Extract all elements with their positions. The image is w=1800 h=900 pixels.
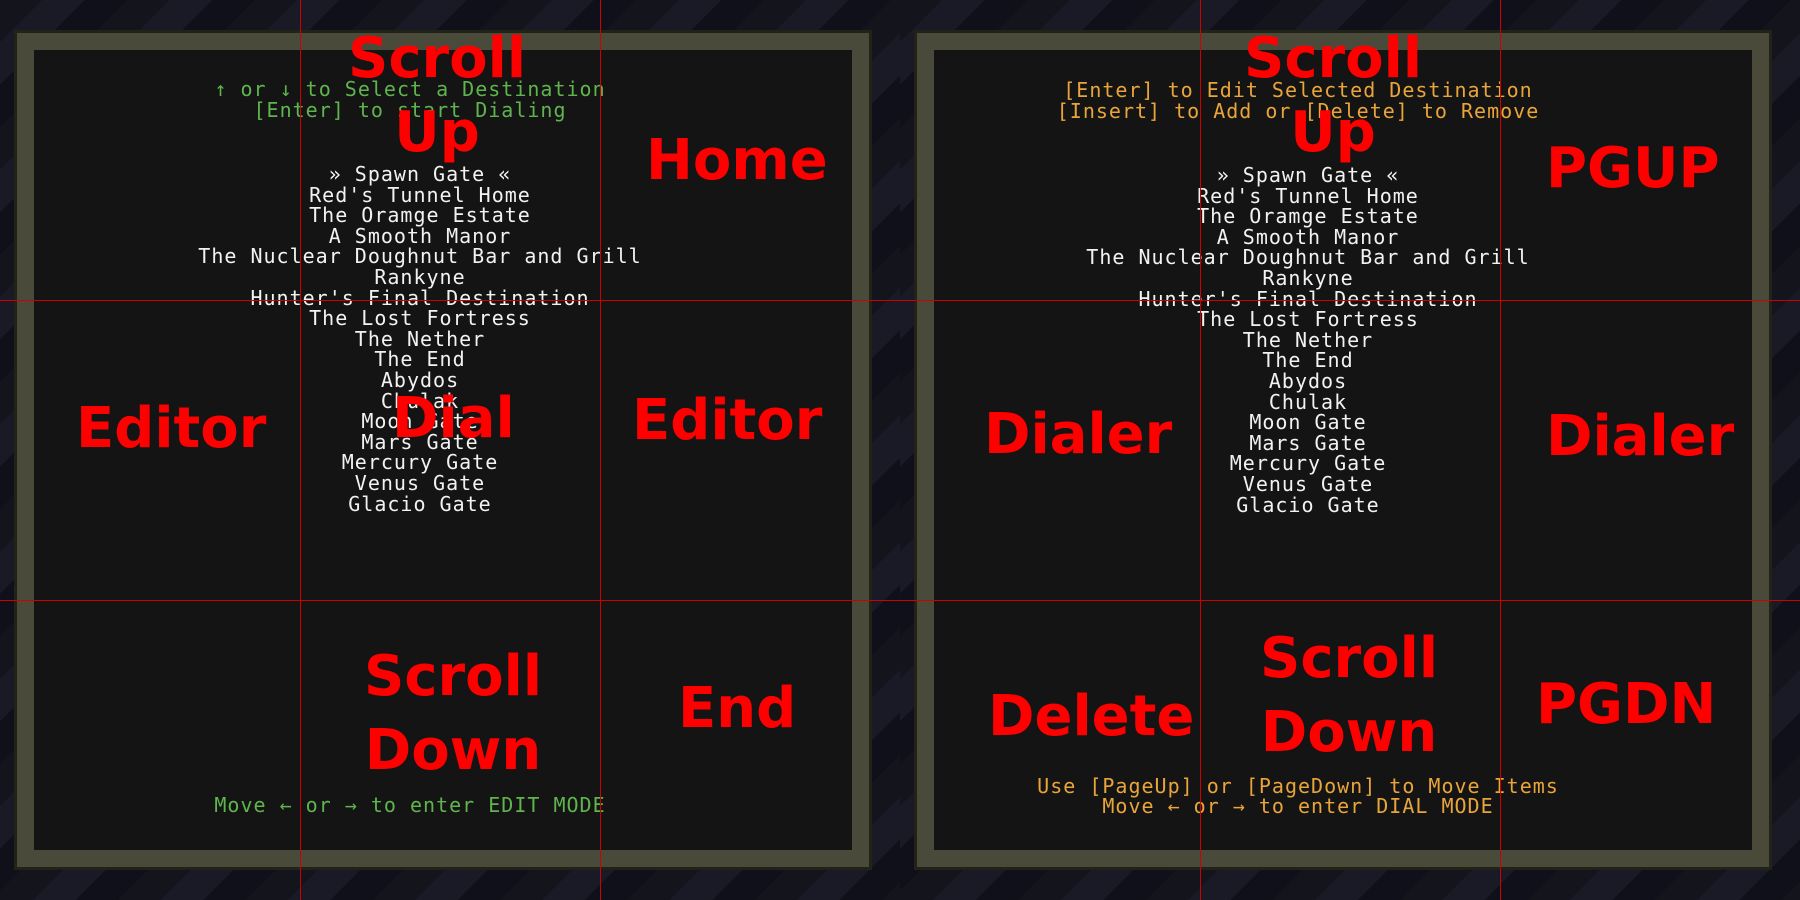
zone-editor-left[interactable]: Editor (76, 392, 266, 466)
zone-label-line: Down (364, 718, 542, 783)
destination-item[interactable]: Hunter's Final Destination (900, 288, 1758, 310)
destination-item[interactable]: The Lost Fortress (0, 308, 870, 329)
footer-hint-dial-mode: Move ← or → to enter DIAL MODE (1102, 794, 1494, 818)
destination-item[interactable]: The End (900, 350, 1758, 371)
zone-label-line: Scroll (1244, 26, 1423, 91)
zone-editor-right[interactable]: Editor (632, 384, 822, 458)
destination-item[interactable]: The End (0, 349, 870, 370)
destination-item[interactable]: The Nuclear Doughnut Bar and Grill (900, 247, 1758, 268)
zone-label-line: Scroll (364, 644, 543, 709)
dial-mode-panel: ↑ or ↓ to Select a Destination [Enter] t… (0, 0, 900, 900)
destination-item[interactable]: Rankyne (900, 268, 1758, 289)
destination-item[interactable]: Venus Gate (0, 473, 870, 494)
footer-hint-move-items: Use [PageUp] or [PageDown] to Move Items (1037, 774, 1559, 798)
grid-line-horizontal (0, 300, 900, 301)
grid-line-vertical (300, 0, 301, 900)
destination-item[interactable]: Glacio Gate (0, 493, 870, 515)
zone-label-line: Down (1260, 700, 1438, 765)
destination-item[interactable]: Abydos (900, 371, 1758, 392)
grid-line-vertical (600, 0, 601, 900)
footer-hint-edit-mode: Move ← or → to enter EDIT MODE (214, 793, 606, 817)
zone-pgdn[interactable]: PGDN (1536, 668, 1716, 742)
grid-line-horizontal (900, 300, 1800, 301)
zone-label-line: Up (394, 100, 480, 165)
edit-mode-panel: [Enter] to Edit Selected Destination [In… (900, 0, 1800, 900)
zone-scroll-down[interactable]: Scroll Down (364, 640, 542, 788)
destination-item[interactable]: The Oramge Estate (0, 205, 870, 226)
destination-item[interactable]: The Nether (900, 330, 1758, 351)
grid-line-vertical (1200, 0, 1201, 900)
destination-item[interactable]: Rankyne (0, 267, 870, 288)
destination-item[interactable]: The Oramge Estate (900, 206, 1758, 227)
zone-delete[interactable]: Delete (988, 680, 1194, 754)
destination-item[interactable]: Venus Gate (900, 474, 1758, 495)
destination-item[interactable]: A Smooth Manor (0, 226, 870, 247)
zone-label-line: Scroll (1260, 626, 1439, 691)
zone-dial[interactable]: Dial (392, 382, 515, 456)
zone-scroll-down[interactable]: Scroll Down (1260, 622, 1438, 770)
grid-line-horizontal (0, 600, 900, 601)
destination-item[interactable]: The Lost Fortress (900, 309, 1758, 330)
destination-item[interactable]: Glacio Gate (900, 494, 1758, 516)
destination-item[interactable]: The Nuclear Doughnut Bar and Grill (0, 246, 870, 267)
grid-line-horizontal (900, 600, 1800, 601)
destination-item[interactable]: A Smooth Manor (900, 227, 1758, 248)
zone-label-line: Scroll (348, 26, 527, 91)
zone-scroll-up[interactable]: Scroll Up (348, 22, 526, 170)
zone-label-line: Up (1290, 100, 1376, 165)
zone-dialer-left[interactable]: Dialer (984, 398, 1172, 472)
zone-home[interactable]: Home (646, 124, 828, 198)
zone-pgup[interactable]: PGUP (1546, 132, 1720, 206)
zone-scroll-up[interactable]: Scroll Up (1244, 22, 1422, 170)
zone-dialer-right[interactable]: Dialer (1546, 400, 1734, 474)
zone-end[interactable]: End (678, 672, 796, 746)
destination-item[interactable]: The Nether (0, 329, 870, 350)
grid-line-vertical (1500, 0, 1501, 900)
destination-item[interactable]: Hunter's Final Destination (0, 287, 870, 309)
